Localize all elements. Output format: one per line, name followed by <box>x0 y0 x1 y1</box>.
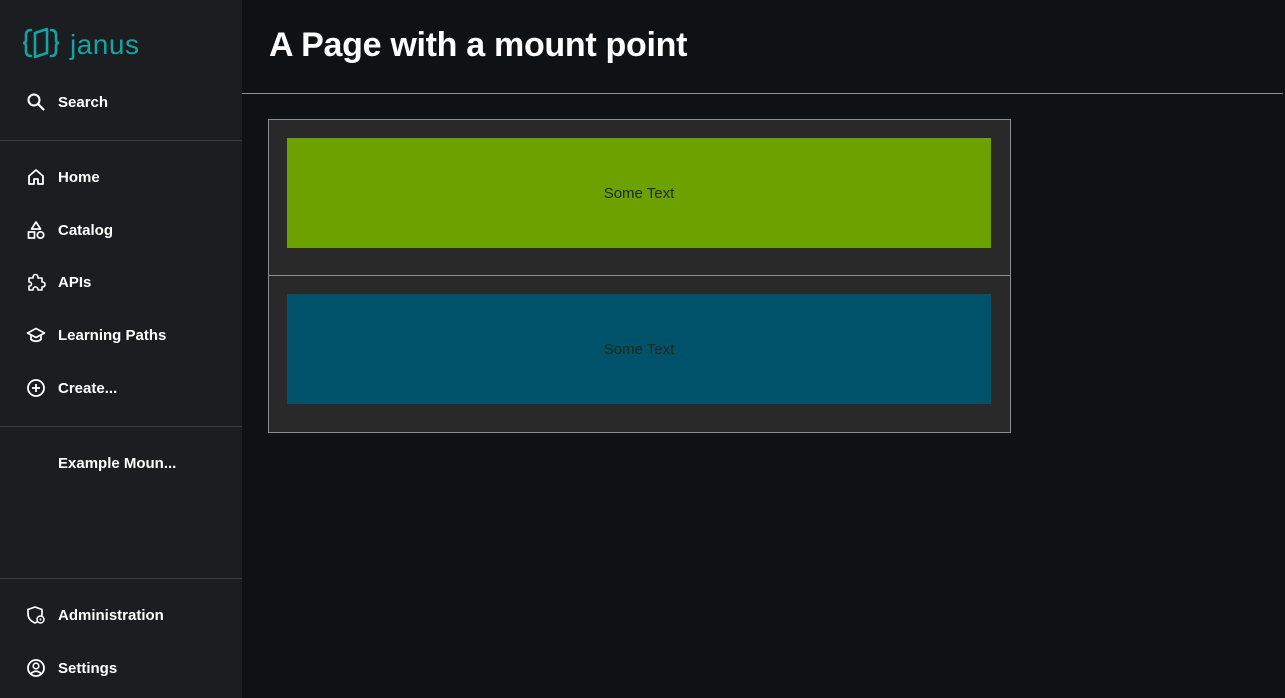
logo[interactable]: janus <box>22 26 139 64</box>
sidebar-item-label: Settings <box>58 659 118 677</box>
sidebar-item-settings[interactable]: Settings <box>0 648 242 688</box>
sidebar-item-search[interactable]: Search <box>0 82 242 122</box>
sidebar-item-create[interactable]: Create... <box>0 368 242 408</box>
mount-point-card: Some Text <box>268 119 1011 276</box>
sidebar-item-learning-paths[interactable]: Learning Paths <box>0 315 242 355</box>
sidebar-item-label: Administration <box>58 606 164 624</box>
sidebar: janus Search Home Catalog APIs Learning … <box>0 0 242 698</box>
sidebar-divider <box>0 426 242 427</box>
sidebar-item-catalog[interactable]: Catalog <box>0 210 242 250</box>
mount-point-text: Some Text <box>603 340 675 358</box>
sidebar-item-label: Home <box>58 168 100 186</box>
sidebar-item-administration[interactable]: Administration <box>0 595 242 635</box>
logo-text: janus <box>70 29 140 60</box>
home-icon <box>25 166 47 188</box>
sidebar-item-apis[interactable]: APIs <box>0 262 242 302</box>
sidebar-item-label: Learning Paths <box>58 326 167 344</box>
sidebar-item-home[interactable]: Home <box>0 157 242 197</box>
mount-point-content: Some Text <box>287 294 991 404</box>
mount-point-text: Some Text <box>603 184 675 202</box>
sidebar-item-label: Create... <box>58 379 118 397</box>
mount-point-card: Some Text <box>268 275 1011 433</box>
page-header: A Page with a mount point <box>242 0 1283 94</box>
sidebar-divider <box>0 140 242 141</box>
plus-circle-icon <box>25 377 47 399</box>
sidebar-item-label: APIs <box>58 273 92 291</box>
janus-logo-icon <box>22 24 60 67</box>
puzzle-icon <box>25 271 47 293</box>
app-root: janus Search Home Catalog APIs Learning … <box>0 0 1285 698</box>
sidebar-item-example-mount[interactable]: Example Moun... <box>0 443 242 483</box>
graduation-cap-icon <box>25 324 47 346</box>
user-circle-icon <box>25 657 47 679</box>
sidebar-item-label: Catalog <box>58 221 114 239</box>
admin-shield-icon <box>25 604 47 626</box>
mount-point-content: Some Text <box>287 138 991 248</box>
page-title: A Page with a mount point <box>269 26 688 64</box>
sidebar-divider <box>0 578 242 579</box>
sidebar-item-label: Example Moun... <box>58 454 177 472</box>
catalog-icon <box>25 219 47 241</box>
sidebar-item-label: Search <box>58 93 109 111</box>
search-icon <box>25 91 47 113</box>
